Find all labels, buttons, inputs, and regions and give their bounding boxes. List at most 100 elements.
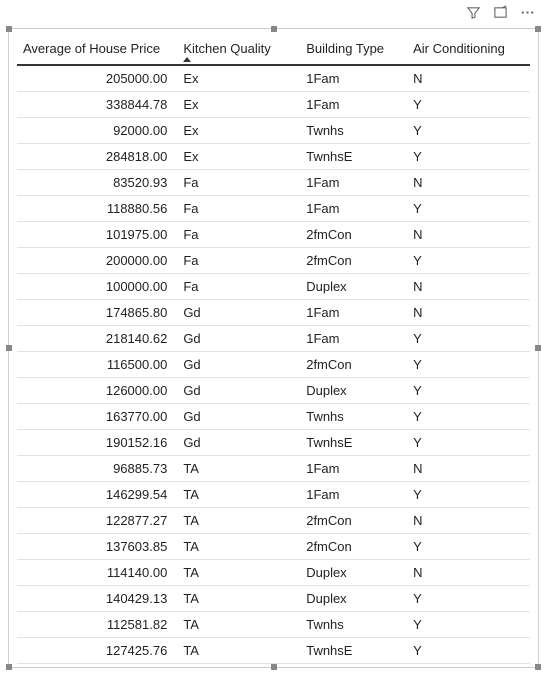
- table-row[interactable]: 137603.85TA2fmConY: [17, 534, 530, 560]
- table-cell: N: [407, 456, 530, 482]
- table-row[interactable]: 284818.00ExTwnhsEY: [17, 144, 530, 170]
- table-row[interactable]: 126000.00GdDuplexY: [17, 378, 530, 404]
- table-cell: TA: [177, 508, 300, 534]
- more-options-icon[interactable]: [520, 5, 535, 20]
- table-row[interactable]: 338844.78Ex1FamY: [17, 92, 530, 118]
- table-cell: Y: [407, 534, 530, 560]
- column-header[interactable]: Average of House Price: [17, 35, 177, 65]
- resize-handle-br[interactable]: [535, 664, 541, 670]
- table-row[interactable]: 96885.73TA1FamN: [17, 456, 530, 482]
- table-row[interactable]: 112581.82TATwnhsY: [17, 612, 530, 638]
- table-cell: 1Fam: [300, 326, 407, 352]
- table-row[interactable]: 163770.00GdTwnhsY: [17, 404, 530, 430]
- table-cell: Y: [407, 482, 530, 508]
- resize-handle-tr[interactable]: [535, 26, 541, 32]
- table-cell: Y: [407, 118, 530, 144]
- table-cell: Y: [407, 430, 530, 456]
- table-cell: Fa: [177, 248, 300, 274]
- table-cell: Y: [407, 352, 530, 378]
- table-cell: Ex: [177, 65, 300, 92]
- table-row[interactable]: 140429.13TADuplexY: [17, 586, 530, 612]
- table-cell: 338844.78: [17, 92, 177, 118]
- column-header[interactable]: Air Conditioning: [407, 35, 530, 65]
- table-cell: 284818.00: [17, 144, 177, 170]
- table-cell: Gd: [177, 326, 300, 352]
- table-cell: 1Fam: [300, 196, 407, 222]
- table-cell: N: [407, 300, 530, 326]
- column-header[interactable]: Building Type: [300, 35, 407, 65]
- table-cell: 137603.85: [17, 534, 177, 560]
- resize-handle-tm[interactable]: [271, 26, 277, 32]
- table-cell: Fa: [177, 222, 300, 248]
- table-cell: N: [407, 274, 530, 300]
- table-cell: TwnhsE: [300, 638, 407, 664]
- table-row[interactable]: 114140.00TADuplexN: [17, 560, 530, 586]
- table-cell: 101975.00: [17, 222, 177, 248]
- table-row[interactable]: 118880.56Fa1FamY: [17, 196, 530, 222]
- table-cell: Gd: [177, 300, 300, 326]
- table-cell: 163770.00: [17, 404, 177, 430]
- table-cell: Y: [407, 586, 530, 612]
- resize-handle-ml[interactable]: [6, 345, 12, 351]
- table-cell: Ex: [177, 118, 300, 144]
- table-row[interactable]: 127425.76TATwnhsEY: [17, 638, 530, 664]
- column-header-label: Kitchen Quality: [183, 41, 270, 56]
- table-row[interactable]: 146299.54TA1FamY: [17, 482, 530, 508]
- table-cell: 174865.80: [17, 300, 177, 326]
- table-cell: Twnhs: [300, 612, 407, 638]
- table-row[interactable]: 116500.00Gd2fmConY: [17, 352, 530, 378]
- resize-handle-bm[interactable]: [271, 664, 277, 670]
- table-row[interactable]: 174865.80Gd1FamN: [17, 300, 530, 326]
- table-cell: 205000.00: [17, 65, 177, 92]
- table-row[interactable]: 190152.16GdTwnhsEY: [17, 430, 530, 456]
- table-cell: 200000.00: [17, 248, 177, 274]
- resize-handle-bl[interactable]: [6, 664, 12, 670]
- table-cell: 218140.62: [17, 326, 177, 352]
- table-cell: N: [407, 508, 530, 534]
- table-cell: TA: [177, 638, 300, 664]
- focus-mode-icon[interactable]: [493, 5, 508, 20]
- table-cell: TwnhsE: [300, 144, 407, 170]
- filter-icon[interactable]: [466, 5, 481, 20]
- table-cell: 122877.27: [17, 508, 177, 534]
- table-cell: N: [407, 65, 530, 92]
- table-cell: Y: [407, 248, 530, 274]
- table-cell: 1Fam: [300, 456, 407, 482]
- table-row[interactable]: 205000.00Ex1FamN: [17, 65, 530, 92]
- table-cell: 190152.16: [17, 430, 177, 456]
- table-cell: TA: [177, 456, 300, 482]
- table-cell: Y: [407, 638, 530, 664]
- table-cell: Gd: [177, 378, 300, 404]
- table-cell: 1Fam: [300, 170, 407, 196]
- table-cell: Duplex: [300, 274, 407, 300]
- resize-handle-tl[interactable]: [6, 26, 12, 32]
- table-cell: 116500.00: [17, 352, 177, 378]
- table-cell: Y: [407, 144, 530, 170]
- table-cell: Fa: [177, 170, 300, 196]
- table-cell: 1Fam: [300, 65, 407, 92]
- column-header-label: Average of House Price: [23, 41, 160, 56]
- table-cell: 96885.73: [17, 456, 177, 482]
- table-cell: Y: [407, 378, 530, 404]
- table-container: Average of House Price Kitchen Quality Bui…: [9, 29, 538, 670]
- table-cell: 114140.00: [17, 560, 177, 586]
- table-row[interactable]: 100000.00FaDuplexN: [17, 274, 530, 300]
- table-row[interactable]: 122877.27TA2fmConN: [17, 508, 530, 534]
- column-header[interactable]: Kitchen Quality: [177, 35, 300, 65]
- table-row[interactable]: 200000.00Fa2fmConY: [17, 248, 530, 274]
- table-cell: 1Fam: [300, 482, 407, 508]
- table-cell: Duplex: [300, 378, 407, 404]
- data-table: Average of House Price Kitchen Quality Bui…: [17, 35, 530, 664]
- table-row[interactable]: 218140.62Gd1FamY: [17, 326, 530, 352]
- table-cell: Gd: [177, 404, 300, 430]
- table-cell: 118880.56: [17, 196, 177, 222]
- table-row[interactable]: 92000.00ExTwnhsY: [17, 118, 530, 144]
- table-visual-frame[interactable]: Average of House Price Kitchen Quality Bui…: [8, 28, 539, 668]
- table-row[interactable]: 83520.93Fa1FamN: [17, 170, 530, 196]
- table-cell: N: [407, 560, 530, 586]
- table-cell: TwnhsE: [300, 430, 407, 456]
- table-cell: TA: [177, 534, 300, 560]
- table-cell: 100000.00: [17, 274, 177, 300]
- resize-handle-mr[interactable]: [535, 345, 541, 351]
- table-row[interactable]: 101975.00Fa2fmConN: [17, 222, 530, 248]
